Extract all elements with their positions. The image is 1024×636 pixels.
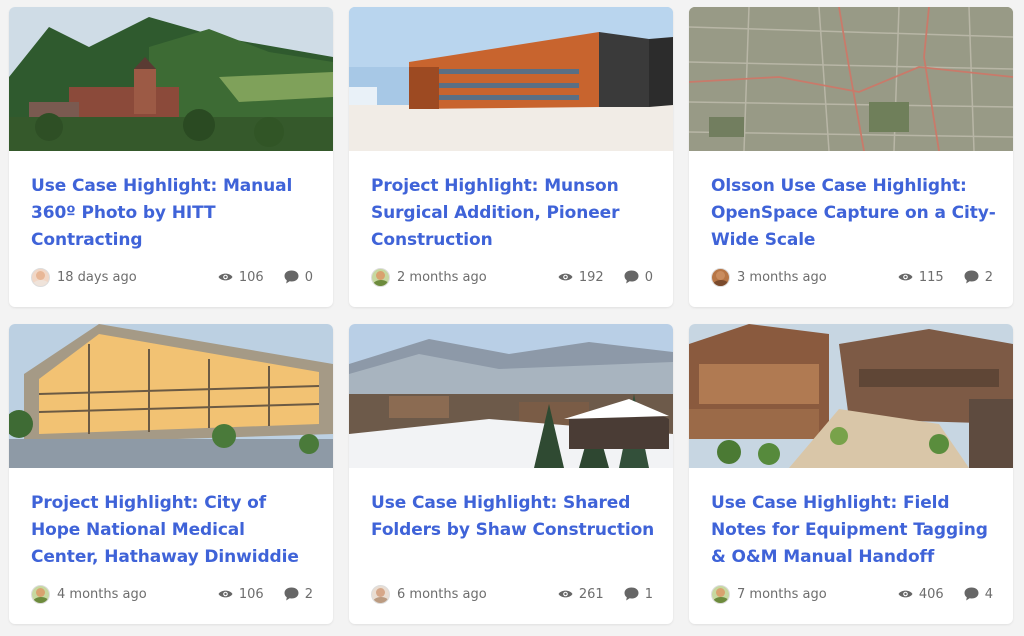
article-thumbnail[interactable] — [349, 7, 673, 151]
post-age: 6 months ago — [397, 586, 487, 602]
views-stat: 115 — [898, 270, 944, 285]
post-age: 4 months ago — [57, 586, 147, 602]
comments-stat[interactable]: 0 — [624, 270, 653, 285]
views-stat: 261 — [558, 587, 604, 602]
comments-stat[interactable]: 2 — [284, 587, 313, 602]
view-count: 106 — [238, 586, 264, 602]
comment-count: 1 — [644, 586, 653, 602]
avatar-head — [716, 587, 725, 597]
article-thumbnail[interactable] — [689, 324, 1013, 468]
article-card[interactable]: Use Case Highlight: Manual 360º Photo by… — [9, 7, 333, 307]
article-meta: 18 days ago 106 0 — [31, 266, 313, 288]
post-age: 7 months ago — [737, 586, 827, 602]
comments-stat[interactable]: 4 — [964, 587, 993, 602]
avatar-body — [713, 596, 729, 603]
views-stat: 106 — [218, 587, 264, 602]
article-meta: 3 months ago 115 2 — [711, 266, 993, 288]
speech-bubble-icon — [284, 270, 299, 284]
author-avatar[interactable] — [31, 584, 50, 604]
article-card[interactable]: Olsson Use Case Highlight: OpenSpace Cap… — [689, 7, 1013, 307]
avatar-head — [36, 587, 45, 597]
comment-count: 2 — [304, 586, 313, 602]
avatar-head — [716, 270, 725, 280]
article-title[interactable]: Use Case Highlight: Shared Folders by Sh… — [371, 490, 657, 544]
article-thumbnail[interactable] — [689, 7, 1013, 151]
post-age: 2 months ago — [397, 269, 487, 285]
avatar-head — [376, 587, 385, 597]
comments-stat[interactable]: 1 — [624, 587, 653, 602]
article-title[interactable]: Project Highlight: Munson Surgical Addit… — [371, 173, 657, 254]
avatar-body — [713, 279, 729, 286]
article-card[interactable]: Project Highlight: City of Hope National… — [9, 324, 333, 624]
article-card[interactable]: Use Case Highlight: Shared Folders by Sh… — [349, 324, 673, 624]
author-avatar[interactable] — [711, 267, 730, 287]
article-meta: 7 months ago 406 4 — [711, 583, 993, 605]
eye-icon — [558, 273, 573, 281]
view-count: 406 — [918, 586, 944, 602]
eye-icon — [218, 273, 233, 281]
article-meta: 2 months ago 192 0 — [371, 266, 653, 288]
avatar-body — [33, 279, 49, 286]
view-count: 192 — [578, 269, 604, 285]
post-age: 3 months ago — [737, 269, 827, 285]
article-title[interactable]: Use Case Highlight: Manual 360º Photo by… — [31, 173, 317, 254]
eye-icon — [218, 590, 233, 598]
views-stat: 106 — [218, 270, 264, 285]
article-meta: 6 months ago 261 1 — [371, 583, 653, 605]
article-title[interactable]: Project Highlight: City of Hope National… — [31, 490, 317, 571]
views-stat: 406 — [898, 587, 944, 602]
author-avatar[interactable] — [371, 267, 390, 287]
author-avatar[interactable] — [31, 267, 50, 287]
speech-bubble-icon — [964, 270, 979, 284]
author-avatar[interactable] — [371, 584, 390, 604]
avatar-body — [373, 279, 389, 286]
article-meta: 4 months ago 106 2 — [31, 583, 313, 605]
avatar-head — [376, 270, 385, 280]
author-avatar[interactable] — [711, 584, 730, 604]
avatar-head — [36, 270, 45, 280]
speech-bubble-icon — [284, 587, 299, 601]
view-count: 106 — [238, 269, 264, 285]
speech-bubble-icon — [964, 587, 979, 601]
comment-count: 4 — [984, 586, 993, 602]
eye-icon — [558, 590, 573, 598]
speech-bubble-icon — [624, 270, 639, 284]
eye-icon — [898, 273, 913, 281]
speech-bubble-icon — [624, 587, 639, 601]
post-age: 18 days ago — [57, 269, 137, 285]
comments-stat[interactable]: 2 — [964, 270, 993, 285]
article-card[interactable]: Use Case Highlight: Field Notes for Equi… — [689, 324, 1013, 624]
comment-count: 0 — [644, 269, 653, 285]
article-thumbnail[interactable] — [9, 324, 333, 468]
article-card[interactable]: Project Highlight: Munson Surgical Addit… — [349, 7, 673, 307]
article-title[interactable]: Use Case Highlight: Field Notes for Equi… — [711, 490, 997, 571]
comment-count: 2 — [984, 269, 993, 285]
view-count: 261 — [578, 586, 604, 602]
avatar-body — [33, 596, 49, 603]
article-title[interactable]: Olsson Use Case Highlight: OpenSpace Cap… — [711, 173, 997, 254]
avatar-body — [373, 596, 389, 603]
views-stat: 192 — [558, 270, 604, 285]
article-thumbnail[interactable] — [9, 7, 333, 151]
article-grid: Use Case Highlight: Manual 360º Photo by… — [9, 7, 1013, 624]
article-thumbnail[interactable] — [349, 324, 673, 468]
comment-count: 0 — [304, 269, 313, 285]
comments-stat[interactable]: 0 — [284, 270, 313, 285]
eye-icon — [898, 590, 913, 598]
view-count: 115 — [918, 269, 944, 285]
